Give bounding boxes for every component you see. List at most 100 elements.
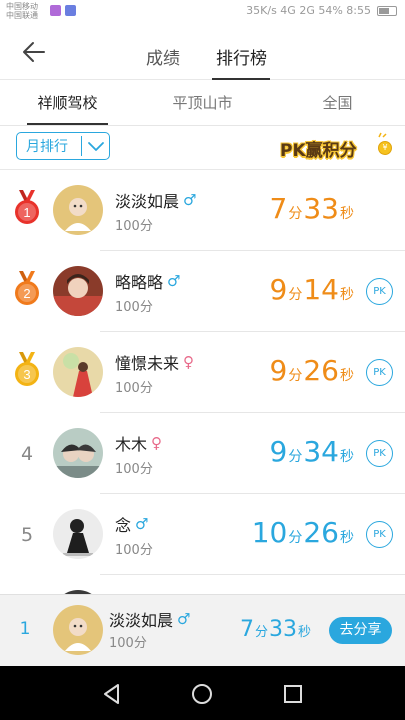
user-name-group: 淡淡如晨 ♂ bbox=[115, 188, 196, 212]
pk-button[interactable]: PK bbox=[366, 278, 393, 305]
user-name: 略略略 bbox=[115, 273, 164, 292]
medal-red-icon: 1 bbox=[15, 190, 39, 224]
time-seconds: 14 bbox=[303, 273, 339, 306]
ranking-row[interactable]: 2 略略略 ♂ 100分 9 分 14 秒 PK bbox=[0, 251, 405, 332]
time-minutes: 7 bbox=[240, 617, 254, 642]
tab-city[interactable]: 平顶山市 bbox=[135, 92, 270, 113]
completion-time: 9 分 34 秒 bbox=[270, 435, 355, 468]
region-tabs: 祥顺驾校 平顶山市 全国 bbox=[0, 82, 405, 126]
app-header: 成绩 排行榜 bbox=[0, 24, 405, 80]
time-minutes: 9 bbox=[269, 273, 288, 306]
ranking-row[interactable]: 3 憧憬未来 ♀ 100分 9 分 26 秒 PK bbox=[0, 332, 405, 413]
seconds-unit: 秒 bbox=[340, 530, 354, 546]
minutes-unit: 分 bbox=[288, 530, 303, 546]
pk-button[interactable]: PK bbox=[366, 359, 393, 386]
time-minutes: 10 bbox=[251, 516, 288, 549]
seconds-unit: 秒 bbox=[340, 449, 354, 465]
carrier-line-1: 中国移动 bbox=[6, 2, 38, 11]
rank-number: 3 bbox=[23, 367, 30, 382]
my-user-name: 淡淡如晨 bbox=[109, 611, 174, 630]
seconds-unit: 秒 bbox=[298, 625, 312, 640]
chevron-down-icon bbox=[82, 140, 109, 152]
user-name: 念 bbox=[115, 516, 132, 535]
carrier-line-2: 中国联通 bbox=[6, 11, 38, 20]
female-icon: ♀ bbox=[151, 434, 163, 452]
avatar[interactable] bbox=[53, 266, 103, 316]
my-avatar[interactable] bbox=[53, 605, 103, 655]
status-right: 35K/s 4G 2G 54% 8:55 bbox=[246, 4, 397, 17]
minutes-unit: 分 bbox=[288, 206, 303, 222]
status-bar: 中国移动 中国联通 35K/s 4G 2G 54% 8:55 bbox=[0, 0, 405, 24]
male-icon: ♂ bbox=[183, 191, 197, 209]
time-minutes: 7 bbox=[269, 192, 288, 225]
app-notification-icon bbox=[50, 5, 61, 16]
app-notification-icon bbox=[65, 5, 76, 16]
seconds-unit: 秒 bbox=[340, 206, 354, 222]
time-seconds: 34 bbox=[303, 435, 339, 468]
pk-banner-text: PK赢积分 bbox=[280, 141, 357, 161]
coin-icon: ¥ bbox=[378, 141, 392, 155]
user-name: 木木 bbox=[115, 435, 148, 454]
my-rank-bar: 1 淡淡如晨 ♂ 100分 7 分 33 秒 去分享 bbox=[0, 594, 405, 666]
tab-national[interactable]: 全国 bbox=[270, 92, 405, 113]
user-score: 100分 bbox=[115, 543, 153, 558]
completion-time: 7 分 33 秒 bbox=[270, 192, 355, 225]
nav-back-icon[interactable] bbox=[98, 680, 126, 708]
my-name-group: 淡淡如晨 ♂ bbox=[109, 607, 190, 631]
period-selected-label: 月排行 bbox=[26, 139, 68, 155]
completion-time: 9 分 26 秒 bbox=[270, 354, 355, 387]
user-score: 100分 bbox=[115, 300, 153, 315]
period-dropdown[interactable]: 月排行 bbox=[16, 132, 110, 160]
tab-leaderboard[interactable]: 排行榜 bbox=[216, 44, 267, 69]
female-icon: ♀ bbox=[183, 353, 195, 371]
nav-home-icon[interactable] bbox=[188, 680, 216, 708]
ranking-row[interactable]: 1 淡淡如晨 ♂ 100分 7 分 33 秒 bbox=[0, 170, 405, 251]
pk-earn-points-banner[interactable]: PK赢积分 ¥ bbox=[280, 132, 392, 162]
back-button[interactable] bbox=[18, 38, 50, 66]
pk-button[interactable]: PK bbox=[366, 521, 393, 548]
male-icon: ♂ bbox=[177, 610, 191, 628]
medal-gold-icon: 3 bbox=[15, 352, 39, 386]
nav-recents-icon[interactable] bbox=[279, 680, 307, 708]
completion-time: 9 分 14 秒 bbox=[270, 273, 355, 306]
rank-number: 2 bbox=[23, 286, 30, 301]
battery-icon bbox=[377, 5, 397, 16]
seconds-unit: 秒 bbox=[340, 287, 354, 303]
share-button[interactable]: 去分享 bbox=[329, 617, 392, 644]
medal-orange-icon: 2 bbox=[15, 271, 39, 305]
system-nav-bar bbox=[0, 666, 405, 720]
user-name-group: 念 ♂ bbox=[115, 512, 148, 536]
notification-icons bbox=[50, 5, 76, 16]
carrier-info: 中国移动 中国联通 bbox=[6, 2, 38, 20]
ranking-row[interactable]: 4 木木 ♀ 100分 9 分 34 秒 PK bbox=[0, 413, 405, 494]
male-icon: ♂ bbox=[135, 515, 149, 533]
completion-time: 10 分 26 秒 bbox=[252, 516, 355, 549]
ranking-row[interactable]: 5 念 ♂ 100分 10 分 26 秒 PK bbox=[0, 494, 405, 575]
time-minutes: 9 bbox=[269, 435, 288, 468]
avatar[interactable] bbox=[53, 185, 103, 235]
rank-number: 5 bbox=[20, 524, 34, 546]
my-completion-time: 7 分 33 秒 bbox=[240, 617, 312, 642]
avatar[interactable] bbox=[53, 509, 103, 559]
avatar[interactable] bbox=[53, 347, 103, 397]
minutes-unit: 分 bbox=[288, 287, 303, 303]
ranking-list: 1 淡淡如晨 ♂ 100分 7 分 33 秒 2 略略略 ♂ 100分 9 分 … bbox=[0, 170, 405, 594]
user-name: 淡淡如晨 bbox=[115, 192, 180, 211]
user-name-group: 略略略 ♂ bbox=[115, 269, 180, 293]
tab-school[interactable]: 祥顺驾校 bbox=[0, 92, 135, 113]
region-active-indicator bbox=[27, 123, 108, 125]
pk-button[interactable]: PK bbox=[366, 440, 393, 467]
my-score: 100分 bbox=[109, 636, 147, 651]
user-score: 100分 bbox=[115, 381, 153, 396]
minutes-unit: 分 bbox=[288, 368, 303, 384]
tab-scores[interactable]: 成绩 bbox=[146, 44, 180, 69]
tab-active-indicator bbox=[212, 78, 270, 80]
ranking-row-partial[interactable] bbox=[0, 575, 405, 594]
avatar[interactable] bbox=[53, 428, 103, 478]
user-score: 100分 bbox=[115, 462, 153, 477]
filter-row: 月排行 PK赢积分 ¥ bbox=[0, 126, 405, 170]
time-seconds: 33 bbox=[303, 192, 339, 225]
time-seconds: 33 bbox=[269, 617, 298, 642]
rank-number: 1 bbox=[23, 205, 30, 220]
back-arrow-icon bbox=[23, 42, 45, 62]
